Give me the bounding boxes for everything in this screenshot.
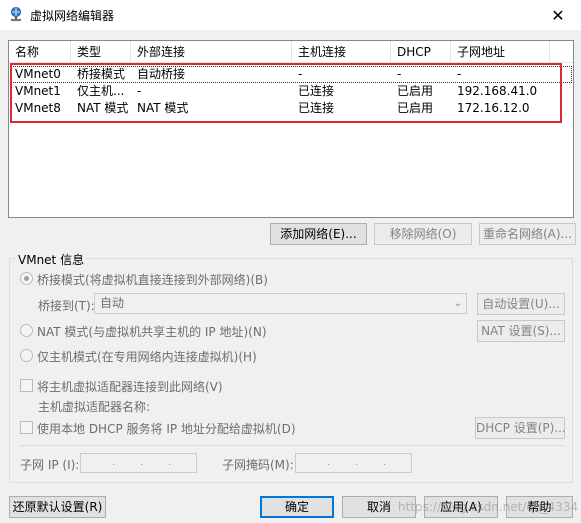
vmnet-info-legend: VMnet 信息 [16, 251, 87, 268]
ip-dot: . [383, 457, 387, 468]
cell-external: - [137, 84, 142, 98]
connect-adapter-label: 将主机虚拟适配器连接到此网络(V) [37, 380, 223, 394]
cell-external: NAT 模式 [137, 101, 189, 115]
vmnet-info-group [9, 258, 573, 483]
cell-name: VMnet8 [15, 101, 61, 115]
cell-name: VMnet0 [15, 67, 61, 81]
column-header-subnet[interactable]: 子网地址 [451, 41, 550, 63]
list-header: 名称 类型 外部连接 主机连接 DHCP 子网地址 [9, 41, 573, 63]
subnet-ip-label: 子网 IP (I): [20, 458, 80, 472]
cell-type: 仅主机... [77, 84, 125, 98]
subnet-mask-input[interactable]: . . . [295, 453, 412, 473]
close-icon: ✕ [551, 5, 565, 25]
connect-adapter-checkbox[interactable] [20, 379, 33, 392]
use-dhcp-label: 使用本地 DHCP 服务将 IP 地址分配给虚拟机(D) [37, 422, 296, 436]
ip-dot: . [168, 457, 172, 468]
cell-type: NAT 模式 [77, 101, 129, 115]
host-only-label: 仅主机模式(在专用网络内连接虚拟机)(H) [37, 350, 257, 364]
cell-subnet: - [457, 67, 462, 81]
network-list[interactable]: 名称 类型 外部连接 主机连接 DHCP 子网地址 VMnet0 桥接模式 自动… [8, 40, 574, 218]
bridge-to-select[interactable]: 自动 ⌄ [94, 293, 467, 314]
ip-dot: . [355, 457, 359, 468]
subnet-ip-input[interactable]: . . . [80, 453, 197, 473]
bridge-to-value: 自动 [100, 296, 125, 310]
cell-type: 桥接模式 [77, 67, 126, 81]
chevron-down-icon: ⌄ [453, 298, 462, 309]
cell-subnet: 172.16.12.0 [457, 101, 530, 115]
table-row-vmnet8[interactable]: VMnet8 NAT 模式 NAT 模式 已连接 已启用 172.16.12.0 [10, 100, 572, 117]
column-header-external[interactable]: 外部连接 [131, 41, 292, 63]
column-header-dhcp[interactable]: DHCP [391, 41, 451, 63]
column-header-type[interactable]: 类型 [71, 41, 131, 63]
host-only-radio[interactable] [20, 349, 33, 362]
window-title: 虚拟网络编辑器 [30, 9, 115, 23]
table-row-vmnet0[interactable]: VMnet0 桥接模式 自动桥接 - - - [10, 66, 572, 83]
nat-settings-button[interactable]: NAT 设置(S)... [477, 320, 565, 342]
cell-host: 已连接 [298, 84, 335, 98]
use-dhcp-checkbox[interactable] [20, 421, 33, 434]
table-row-vmnet1[interactable]: VMnet1 仅主机... - 已连接 已启用 192.168.41.0 [10, 83, 572, 100]
remove-network-button[interactable]: 移除网络(O) [374, 223, 472, 245]
ip-dot: . [327, 457, 331, 468]
close-button[interactable]: ✕ [535, 0, 581, 30]
watermark-text: https://blog.csdn.net/qq_4334 [398, 500, 579, 514]
network-editor-icon [11, 7, 21, 21]
cell-dhcp: 已启用 [397, 101, 434, 115]
cell-host: 已连接 [298, 101, 335, 115]
ok-button[interactable]: 确定 [260, 496, 334, 518]
cell-dhcp: 已启用 [397, 84, 434, 98]
divider [20, 445, 565, 446]
restore-defaults-button[interactable]: 还原默认设置(R) [9, 496, 106, 518]
cell-name: VMnet1 [15, 84, 61, 98]
add-network-button[interactable]: 添加网络(E)... [270, 223, 367, 245]
nat-mode-label: NAT 模式(与虚拟机共享主机的 IP 地址)(N) [37, 325, 267, 339]
column-header-host[interactable]: 主机连接 [292, 41, 391, 63]
bridge-mode-label: 桥接模式(将虚拟机直接连接到外部网络)(B) [37, 273, 268, 287]
column-header-name[interactable]: 名称 [9, 41, 71, 63]
cell-subnet: 192.168.41.0 [457, 84, 538, 98]
subnet-mask-label: 子网掩码(M): [222, 458, 294, 472]
adapter-name-label: 主机虚拟适配器名称: [38, 400, 151, 414]
auto-settings-button[interactable]: 自动设置(U)... [477, 293, 565, 315]
title-bar: 虚拟网络编辑器 ✕ [0, 0, 581, 30]
bridge-mode-radio[interactable] [20, 272, 33, 285]
nat-mode-radio[interactable] [20, 324, 33, 337]
ip-dot: . [112, 457, 116, 468]
bridge-to-label: 桥接到(T): [38, 299, 95, 313]
ip-dot: . [140, 457, 144, 468]
cell-external: 自动桥接 [137, 67, 186, 81]
cell-dhcp: - [397, 67, 402, 81]
cell-host: - [298, 67, 303, 81]
dhcp-settings-button[interactable]: DHCP 设置(P)... [475, 417, 566, 439]
rename-network-button[interactable]: 重命名网络(A)... [479, 223, 576, 245]
